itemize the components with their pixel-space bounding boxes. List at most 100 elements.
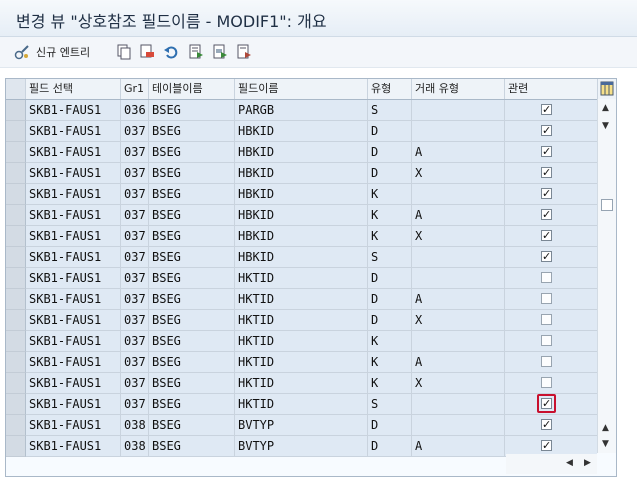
column-header-transaction-type[interactable]: 거래 유형 bbox=[412, 79, 505, 99]
cell-type: D bbox=[368, 121, 412, 142]
table-row[interactable]: SKB1-FAUS1 037 BSEG HKTID K X bbox=[6, 373, 597, 394]
select-all-rows-cell[interactable] bbox=[6, 79, 26, 99]
table-row[interactable]: SKB1-FAUS1 037 BSEG HBKID D ✓ bbox=[6, 121, 597, 142]
relevant-checkbox[interactable]: ✓ bbox=[541, 167, 552, 178]
cell-field-name: BVTYP bbox=[235, 415, 368, 436]
relevant-checkbox[interactable]: ✓ bbox=[541, 125, 552, 136]
relevant-checkbox[interactable]: ✓ bbox=[541, 146, 552, 157]
table-row[interactable]: SKB1-FAUS1 037 BSEG HBKID K ✓ bbox=[6, 184, 597, 205]
cell-type: K bbox=[368, 205, 412, 226]
row-selector[interactable] bbox=[6, 415, 26, 436]
relevant-checkbox[interactable]: ✓ bbox=[541, 419, 552, 430]
scroll-up-icon[interactable]: ▲ bbox=[602, 103, 609, 113]
row-selector[interactable] bbox=[6, 121, 26, 142]
row-selector[interactable] bbox=[6, 394, 26, 415]
cell-group: 037 bbox=[121, 247, 149, 268]
column-header-field-name[interactable]: 필드이름 bbox=[235, 79, 368, 99]
select-all-icon bbox=[188, 44, 204, 60]
cell-type: D bbox=[368, 289, 412, 310]
row-selector[interactable] bbox=[6, 163, 26, 184]
column-header-type[interactable]: 유형 bbox=[368, 79, 412, 99]
relevant-checkbox[interactable] bbox=[541, 377, 552, 388]
cell-relevant: ✓ bbox=[505, 163, 597, 184]
cell-type: D bbox=[368, 268, 412, 289]
row-selector[interactable] bbox=[6, 436, 26, 457]
relevant-checkbox[interactable] bbox=[541, 335, 552, 346]
table-row[interactable]: SKB1-FAUS1 036 BSEG PARGB S ✓ bbox=[6, 100, 597, 121]
row-selector[interactable] bbox=[6, 310, 26, 331]
cell-field-selection: SKB1-FAUS1 bbox=[26, 163, 121, 184]
row-selector[interactable] bbox=[6, 142, 26, 163]
column-header-group[interactable]: Gr1 bbox=[121, 79, 149, 99]
table-row[interactable]: SKB1-FAUS1 037 BSEG HKTID S ✓ bbox=[6, 394, 597, 415]
cell-type: S bbox=[368, 100, 412, 121]
cell-table-name: BSEG bbox=[149, 331, 235, 352]
relevant-checkbox[interactable]: ✓ bbox=[541, 440, 552, 451]
scroll-right-icon[interactable]: ▶ bbox=[584, 458, 591, 468]
cell-transaction-type bbox=[412, 331, 505, 352]
new-entries-button[interactable]: 신규 엔트리 bbox=[14, 42, 90, 62]
row-selector[interactable] bbox=[6, 373, 26, 394]
table-row[interactable]: SKB1-FAUS1 038 BSEG BVTYP D ✓ bbox=[6, 415, 597, 436]
horizontal-scrollbar[interactable]: ◀ ▶ bbox=[506, 454, 597, 474]
relevant-checkbox[interactable] bbox=[541, 314, 552, 325]
vertical-scrollbar[interactable]: ▲ ▼ ▲ ▼ bbox=[597, 99, 616, 453]
cell-field-selection: SKB1-FAUS1 bbox=[26, 310, 121, 331]
scrollbar-thumb[interactable] bbox=[601, 199, 613, 211]
table-row[interactable]: SKB1-FAUS1 037 BSEG HBKID K X ✓ bbox=[6, 226, 597, 247]
relevant-checkbox[interactable] bbox=[541, 293, 552, 304]
cell-relevant: ✓ bbox=[505, 226, 597, 247]
table-row[interactable]: SKB1-FAUS1 037 BSEG HKTID D X bbox=[6, 310, 597, 331]
cell-table-name: BSEG bbox=[149, 415, 235, 436]
relevant-checkbox[interactable]: ✓ bbox=[541, 209, 552, 220]
relevant-checkbox[interactable]: ✓ bbox=[541, 188, 552, 199]
undo-button[interactable] bbox=[163, 42, 179, 62]
scroll-page-up-icon[interactable]: ▼ bbox=[602, 121, 609, 131]
table-row[interactable]: SKB1-FAUS1 037 BSEG HBKID S ✓ bbox=[6, 247, 597, 268]
cell-relevant: ✓ bbox=[505, 121, 597, 142]
relevant-checkbox[interactable]: ✓ bbox=[541, 230, 552, 241]
column-header-relevant[interactable]: 관련 bbox=[505, 79, 597, 99]
row-selector[interactable] bbox=[6, 289, 26, 310]
select-all-button[interactable] bbox=[188, 42, 204, 62]
row-selector[interactable] bbox=[6, 268, 26, 289]
relevant-checkbox[interactable] bbox=[541, 356, 552, 367]
table-row[interactable]: SKB1-FAUS1 037 BSEG HKTID K A bbox=[6, 352, 597, 373]
row-selector[interactable] bbox=[6, 100, 26, 121]
table-row[interactable]: SKB1-FAUS1 037 BSEG HBKID D A ✓ bbox=[6, 142, 597, 163]
relevant-checkbox[interactable]: ✓ bbox=[541, 104, 552, 115]
cell-transaction-type: X bbox=[412, 310, 505, 331]
table-row[interactable]: SKB1-FAUS1 037 BSEG HKTID K bbox=[6, 331, 597, 352]
row-selector[interactable] bbox=[6, 352, 26, 373]
row-selector[interactable] bbox=[6, 331, 26, 352]
copy-button[interactable] bbox=[116, 42, 132, 62]
cell-transaction-type: X bbox=[412, 373, 505, 394]
table-row[interactable]: SKB1-FAUS1 037 BSEG HBKID D X ✓ bbox=[6, 163, 597, 184]
deselect-all-button[interactable] bbox=[236, 42, 252, 62]
row-selector[interactable] bbox=[6, 184, 26, 205]
table-header: 필드 선택 Gr1 테이블이름 필드이름 유형 거래 유형 관련 bbox=[6, 79, 597, 100]
cell-group: 037 bbox=[121, 373, 149, 394]
cell-group: 037 bbox=[121, 205, 149, 226]
select-block-button[interactable] bbox=[212, 42, 228, 62]
relevant-checkbox[interactable]: ✓ bbox=[541, 251, 552, 262]
delete-button[interactable] bbox=[139, 42, 155, 62]
display-change-icon bbox=[14, 44, 30, 60]
row-selector[interactable] bbox=[6, 205, 26, 226]
scroll-page-down-icon[interactable]: ▲ bbox=[602, 423, 609, 433]
table-row[interactable]: SKB1-FAUS1 037 BSEG HKTID D A bbox=[6, 289, 597, 310]
row-selector[interactable] bbox=[6, 247, 26, 268]
scroll-down-icon[interactable]: ▼ bbox=[602, 439, 609, 449]
column-header-field-selection[interactable]: 필드 선택 bbox=[26, 79, 121, 99]
cell-table-name: BSEG bbox=[149, 394, 235, 415]
cell-field-name: HBKID bbox=[235, 121, 368, 142]
column-settings-button[interactable] bbox=[597, 79, 616, 99]
cell-table-name: BSEG bbox=[149, 247, 235, 268]
table-row[interactable]: SKB1-FAUS1 037 BSEG HKTID D bbox=[6, 268, 597, 289]
cell-transaction-type bbox=[412, 268, 505, 289]
column-header-table-name[interactable]: 테이블이름 bbox=[149, 79, 235, 99]
row-selector[interactable] bbox=[6, 226, 26, 247]
table-row[interactable]: SKB1-FAUS1 037 BSEG HBKID K A ✓ bbox=[6, 205, 597, 226]
relevant-checkbox[interactable] bbox=[541, 272, 552, 283]
scroll-left-icon[interactable]: ◀ bbox=[566, 458, 573, 468]
